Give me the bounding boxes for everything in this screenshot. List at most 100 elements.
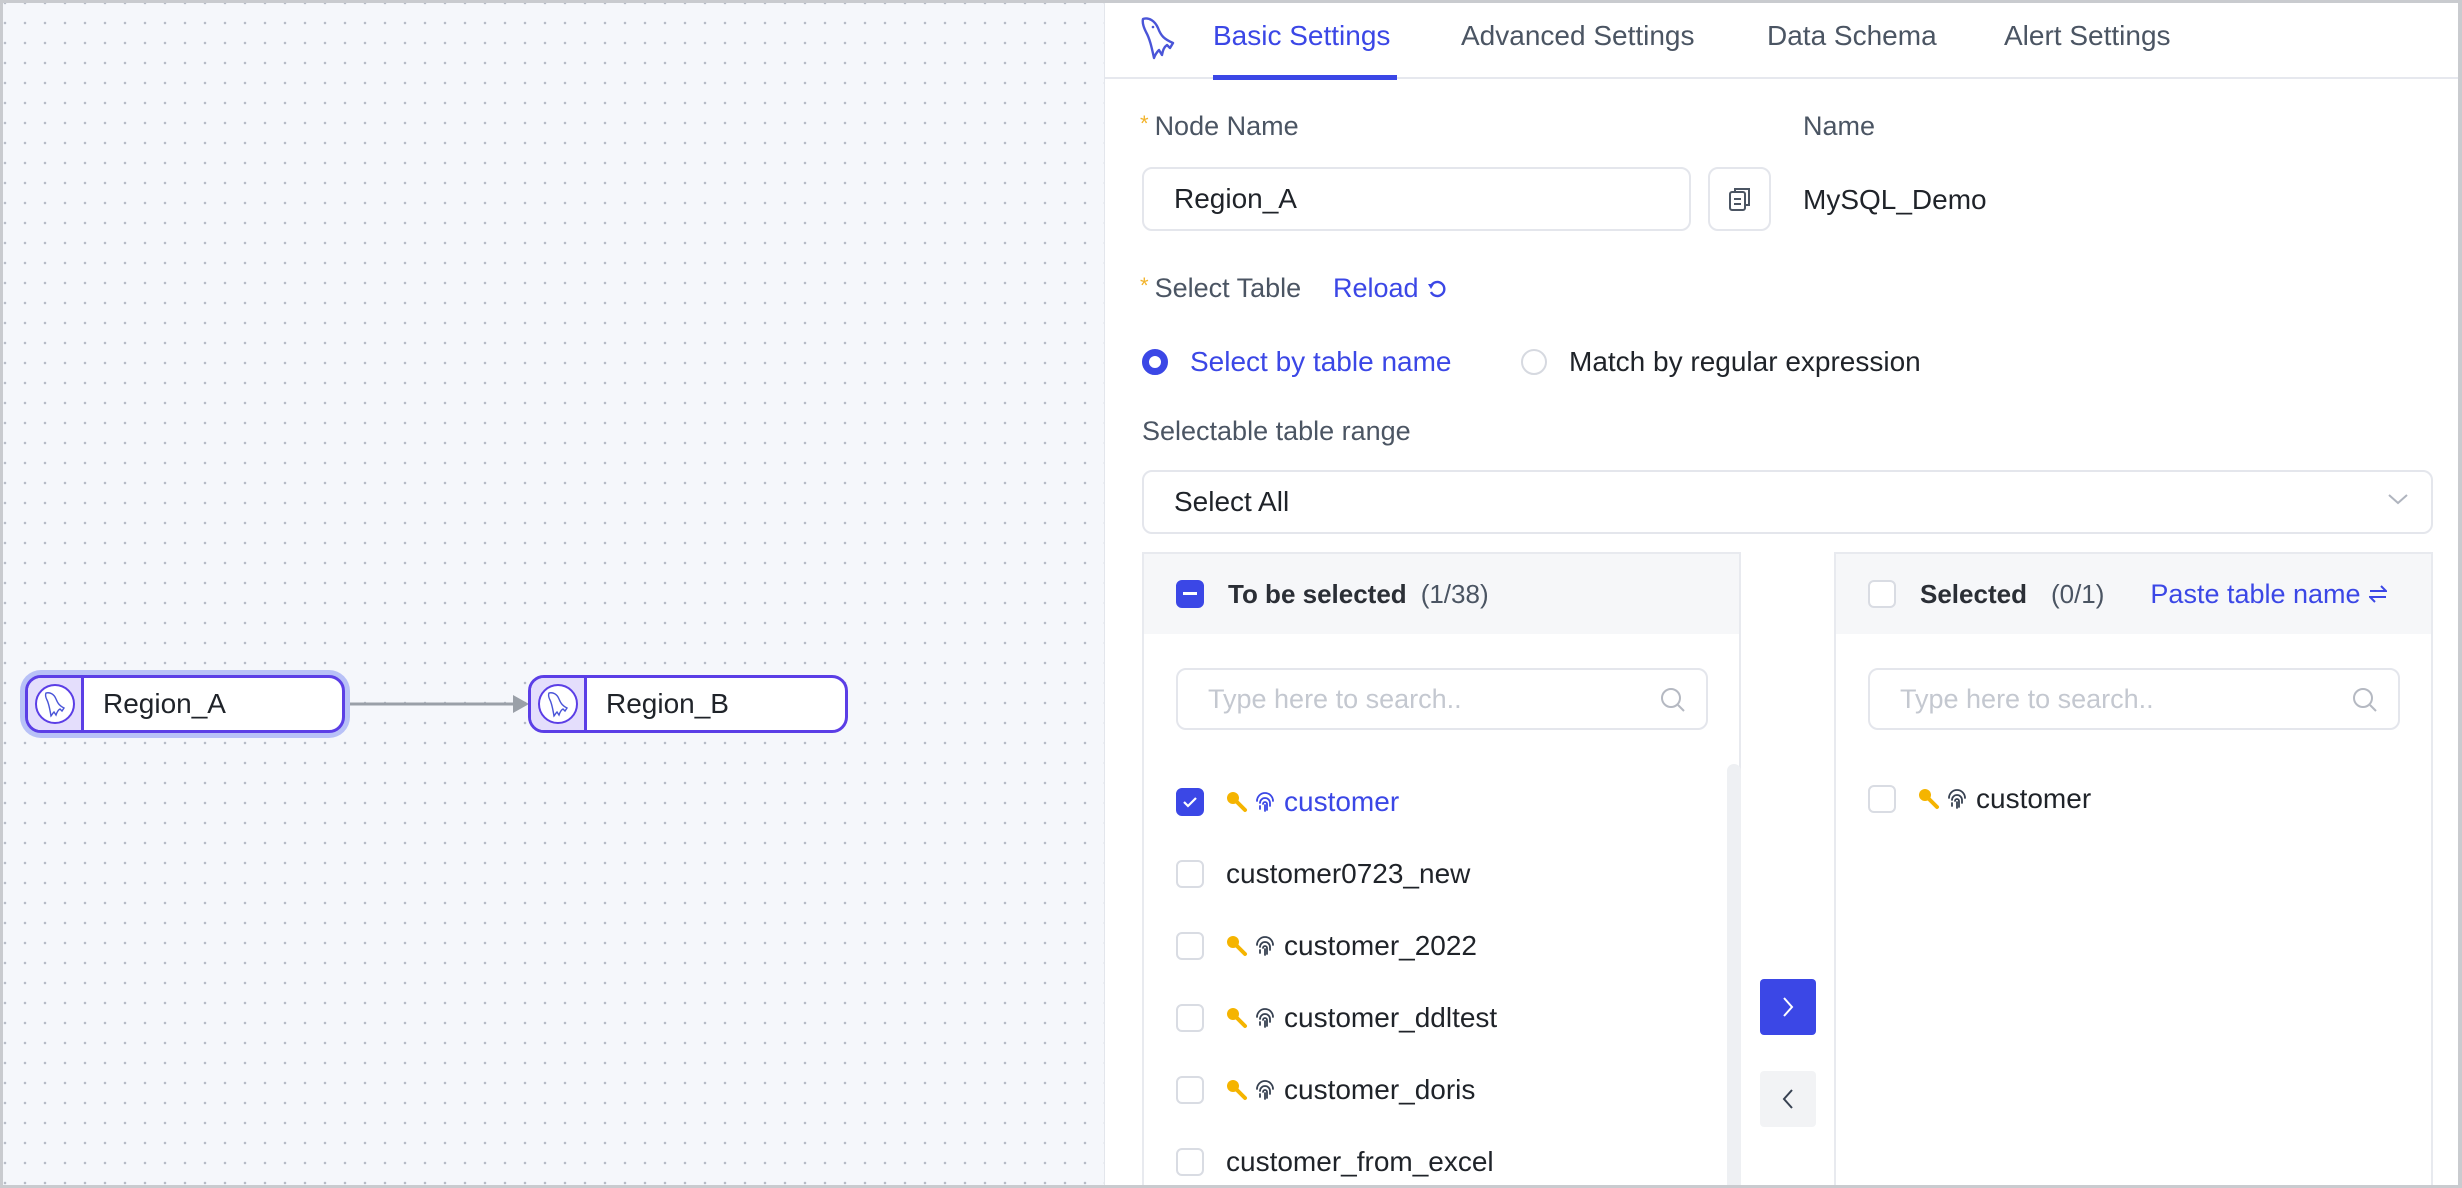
selected-list-count: (0/1) bbox=[2050, 578, 2105, 609]
connection-name-value: MySQL_Demo bbox=[1803, 184, 1987, 215]
select-all-selected-checkbox[interactable] bbox=[1868, 580, 1896, 608]
selected-search-field[interactable] bbox=[1868, 668, 2400, 730]
item-checkbox[interactable] bbox=[1176, 1148, 1204, 1176]
refresh-icon bbox=[1427, 280, 1446, 297]
table-list-item[interactable]: customer0723_new bbox=[1176, 854, 1470, 894]
swap-icon bbox=[2368, 585, 2387, 603]
table-list-item[interactable]: customer_2022 bbox=[1176, 926, 1477, 966]
item-icons bbox=[1226, 935, 1276, 957]
active-tab-indicator bbox=[1213, 75, 1397, 80]
paste-table-name-button[interactable]: Paste table name bbox=[2150, 578, 2387, 610]
node-name-input[interactable]: Region_A bbox=[1142, 167, 1691, 231]
table-range-value: Select All bbox=[1174, 486, 1290, 517]
selected-table-list: Selected (0/1) Paste table name customer bbox=[1834, 552, 2433, 1185]
tab-basic-settings[interactable]: Basic Settings bbox=[1213, 20, 1390, 52]
node-label: Region_B bbox=[606, 688, 729, 719]
source-list-title: To be selected bbox=[1228, 578, 1407, 609]
node-label: Region_A bbox=[103, 688, 226, 719]
search-icon bbox=[2353, 688, 2377, 712]
item-icons bbox=[1226, 1007, 1276, 1029]
required-mark: * bbox=[1140, 273, 1149, 298]
table-list-item[interactable]: customer bbox=[1868, 779, 2091, 819]
table-list-item[interactable]: customer_ddltest bbox=[1176, 998, 1497, 1038]
dag-canvas[interactable]: Region_A Region_B bbox=[3, 3, 1105, 1185]
table-list-item[interactable]: customer_doris bbox=[1176, 1070, 1475, 1110]
reload-label: Reload bbox=[1333, 273, 1419, 303]
source-list-count: (1/38) bbox=[1420, 578, 1489, 609]
node-name-value: Region_A bbox=[1174, 183, 1297, 214]
tab-data-schema[interactable]: Data Schema bbox=[1767, 20, 1937, 52]
tab-bar: Basic Settings Advanced Settings Data Sc… bbox=[1105, 3, 2458, 80]
move-to-selected-button[interactable] bbox=[1760, 979, 1816, 1035]
fingerprint-index-icon bbox=[1256, 1008, 1274, 1028]
select-table-label: * Select Table bbox=[1140, 273, 1301, 304]
table-name: customer_ddltest bbox=[1284, 1002, 1498, 1033]
table-name: customer bbox=[1284, 786, 1400, 817]
fingerprint-index-icon bbox=[1256, 792, 1274, 812]
chevron-left-icon bbox=[1782, 1089, 1793, 1109]
table-range-label: Selectable table range bbox=[1142, 416, 1411, 446]
table-name: customer_2022 bbox=[1284, 930, 1478, 961]
source-search-input[interactable] bbox=[1208, 683, 1607, 715]
radio-match-by-regex[interactable]: Match by regular expression bbox=[1521, 346, 1921, 378]
table-list-item[interactable]: customer_from_excel bbox=[1176, 1142, 1494, 1182]
node-name-label: * Node Name bbox=[1140, 111, 1299, 142]
reload-button[interactable]: Reload bbox=[1333, 273, 1447, 304]
tab-alert-settings[interactable]: Alert Settings bbox=[2004, 20, 2171, 52]
mysql-dolphin-icon bbox=[34, 684, 75, 724]
mysql-dolphin-icon bbox=[1137, 15, 1181, 61]
copy-button[interactable] bbox=[1708, 167, 1771, 231]
item-checkbox[interactable] bbox=[1176, 1076, 1204, 1104]
table-name: customer0723_new bbox=[1226, 858, 1471, 889]
selected-list-header: Selected (0/1) Paste table name bbox=[1836, 554, 2431, 634]
item-icons bbox=[1226, 791, 1276, 813]
source-table-list: To be selected (1/38) customer customer07… bbox=[1142, 552, 1741, 1185]
source-search-field[interactable] bbox=[1176, 668, 1708, 730]
table-name: customer_from_excel bbox=[1226, 1146, 1494, 1177]
table-name: customer_doris bbox=[1284, 1074, 1476, 1105]
fingerprint-index-icon bbox=[1948, 789, 1966, 809]
item-checkbox[interactable] bbox=[1868, 785, 1896, 813]
required-mark: * bbox=[1140, 111, 1149, 136]
radio-label: Select by table name bbox=[1190, 346, 1452, 377]
chevron-down-icon bbox=[2388, 494, 2408, 505]
minus-icon bbox=[1183, 592, 1197, 595]
primary-key-icon bbox=[1919, 789, 1939, 809]
node-region-a[interactable]: Region_A bbox=[25, 675, 345, 733]
node-region-b[interactable]: Region_B bbox=[528, 675, 848, 733]
chevron-right-icon bbox=[1783, 997, 1794, 1017]
mysql-dolphin-icon bbox=[537, 684, 578, 724]
source-list-scrollbar[interactable] bbox=[1727, 764, 1741, 1185]
item-icons bbox=[1918, 788, 1968, 810]
select-all-source-checkbox[interactable] bbox=[1176, 580, 1204, 608]
radio-button[interactable] bbox=[1142, 349, 1168, 375]
tab-advanced-settings[interactable]: Advanced Settings bbox=[1461, 20, 1695, 52]
radio-label: Match by regular expression bbox=[1569, 346, 1921, 377]
fingerprint-index-icon bbox=[1256, 1080, 1274, 1100]
move-to-source-button[interactable] bbox=[1760, 1071, 1816, 1127]
select-table-label-text: Select Table bbox=[1154, 273, 1302, 303]
check-icon bbox=[1183, 797, 1197, 808]
node-icon-section bbox=[531, 678, 587, 730]
item-checkbox[interactable] bbox=[1176, 860, 1204, 888]
item-checkbox[interactable] bbox=[1176, 1004, 1204, 1032]
paste-table-name-label: Paste table name bbox=[2150, 578, 2361, 609]
fingerprint-index-icon bbox=[1256, 936, 1274, 956]
edge-arrowhead bbox=[513, 695, 529, 713]
node-icon-section bbox=[28, 678, 84, 730]
edge-layer bbox=[345, 695, 529, 713]
table-list-item[interactable]: customer bbox=[1176, 782, 1399, 822]
table-range-select[interactable]: Select All bbox=[1142, 470, 2433, 534]
radio-select-by-table-name[interactable]: Select by table name bbox=[1142, 346, 1452, 378]
node-settings-panel: Basic Settings Advanced Settings Data Sc… bbox=[1105, 3, 2458, 1185]
primary-key-icon bbox=[1227, 1080, 1247, 1100]
source-list-header: To be selected (1/38) bbox=[1144, 554, 1739, 634]
primary-key-icon bbox=[1227, 1008, 1247, 1028]
item-checkbox[interactable] bbox=[1176, 788, 1204, 816]
selected-search-input[interactable] bbox=[1900, 683, 2299, 715]
item-icons bbox=[1226, 1079, 1276, 1101]
selected-list-title: Selected bbox=[1920, 578, 2027, 609]
radio-button[interactable] bbox=[1521, 349, 1547, 375]
app-window: Region_A Region_B Basic Settings Advance… bbox=[3, 3, 2458, 1185]
item-checkbox[interactable] bbox=[1176, 932, 1204, 960]
